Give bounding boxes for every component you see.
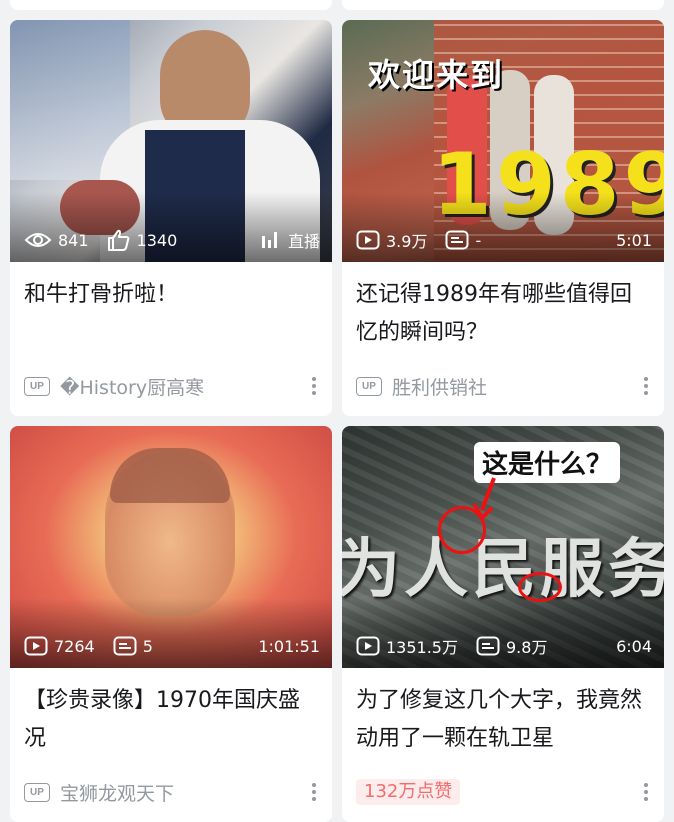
play-count: 7264 — [24, 636, 95, 656]
author-name[interactable]: �History厨高寒 — [60, 373, 204, 400]
up-badge: UP — [24, 782, 50, 802]
video-card-4[interactable]: 这是什么？ 为人民服务 1351.5万 9.8万 6:04 为了修复这几个大字，… — [342, 426, 664, 822]
play-count: 3.9万 — [356, 228, 427, 252]
video-card-2[interactable]: 欢迎来到 1989 3.9万 - 5:01 还记得1989年有哪些值得回忆的瞬间… — [342, 20, 664, 416]
danmaku-count-value: - — [475, 230, 482, 250]
video-meta: 132万点赞 — [356, 779, 654, 805]
play-count-value: 3.9万 — [386, 232, 428, 251]
more-options-icon[interactable] — [306, 783, 322, 801]
play-icon — [356, 636, 380, 656]
video-thumbnail[interactable]: 这是什么？ 为人民服务 1351.5万 9.8万 6:04 — [342, 426, 664, 668]
danmaku-icon — [113, 636, 137, 656]
thumbnail-slogan: 为人民服务 — [342, 533, 664, 607]
danmaku-count: - — [445, 230, 481, 250]
highlight-circle-1 — [438, 506, 486, 554]
danmaku-icon — [445, 230, 469, 250]
play-icon — [356, 230, 380, 250]
thumbnail-stats: 3.9万 - 5:01 — [356, 228, 652, 252]
live-indicator: 直播 — [260, 228, 320, 252]
danmaku-icon — [476, 636, 500, 656]
play-count: 1351.5万 — [356, 634, 458, 658]
thumbnail-stats: 1351.5万 9.8万 6:04 — [356, 634, 652, 658]
danmaku-count-value: 9.8万 — [506, 638, 548, 657]
video-title[interactable]: 【珍贵录像】1970年国庆盛况 — [24, 682, 318, 758]
video-card-3[interactable]: 7264 5 1:01:51 【珍贵录像】1970年国庆盛况 UP 宝狮龙观天下 — [10, 426, 332, 822]
view-count: 841 — [24, 231, 89, 250]
video-thumbnail[interactable]: 欢迎来到 1989 3.9万 - 5:01 — [342, 20, 664, 262]
like-count: 1340 — [107, 229, 178, 251]
video-duration: 6:04 — [616, 636, 652, 656]
thumbnail-text-top: 欢迎来到 — [368, 56, 505, 94]
video-title[interactable]: 为了修复这几个大字，我竟然动用了一颗在轨卫星 — [356, 682, 650, 758]
eye-icon — [24, 233, 52, 247]
video-meta: UP 胜利供销社 — [356, 373, 654, 399]
more-options-icon[interactable] — [638, 377, 654, 395]
danmaku-count-value: 5 — [142, 636, 153, 656]
more-options-icon[interactable] — [638, 783, 654, 801]
video-title[interactable]: 还记得1989年有哪些值得回忆的瞬间吗？ — [356, 276, 650, 352]
video-thumbnail[interactable]: 841 1340 直播 — [10, 20, 332, 262]
danmaku-count: 5 — [113, 636, 153, 656]
previous-card-stub-right — [342, 0, 664, 10]
like-count-badge: 132万点赞 — [356, 779, 461, 805]
author-name[interactable]: 宝狮龙观天下 — [60, 779, 174, 806]
view-count-value: 841 — [58, 230, 89, 250]
danmaku-count: 9.8万 — [476, 634, 547, 658]
play-icon — [24, 636, 48, 656]
like-count-value: 1340 — [136, 230, 178, 250]
thumbnail-stats: 7264 5 1:01:51 — [24, 634, 320, 658]
play-count-value: 1351.5万 — [386, 638, 458, 657]
up-badge: UP — [24, 376, 50, 396]
live-bars-icon — [261, 232, 277, 248]
live-label: 直播 — [287, 232, 320, 251]
video-duration: 1:01:51 — [258, 636, 320, 656]
video-meta: UP �History厨高寒 — [24, 373, 322, 399]
play-count-value: 7264 — [54, 636, 95, 656]
thumbnail-stats: 841 1340 直播 — [24, 228, 320, 252]
thumbnail-portrait-hair — [110, 448, 230, 503]
video-duration: 5:01 — [616, 230, 652, 250]
video-thumbnail[interactable]: 7264 5 1:01:51 — [10, 426, 332, 668]
video-title[interactable]: 和牛打骨折啦！ — [24, 276, 318, 314]
video-card-1[interactable]: 841 1340 直播 和牛打骨折啦！ UP �History厨高寒 — [10, 20, 332, 416]
thumbs-up-icon — [107, 229, 129, 251]
author-name[interactable]: 胜利供销社 — [392, 373, 487, 400]
previous-card-stub-left — [10, 0, 332, 10]
up-badge: UP — [356, 376, 382, 396]
video-meta: UP 宝狮龙观天下 — [24, 779, 322, 805]
more-options-icon[interactable] — [306, 377, 322, 395]
